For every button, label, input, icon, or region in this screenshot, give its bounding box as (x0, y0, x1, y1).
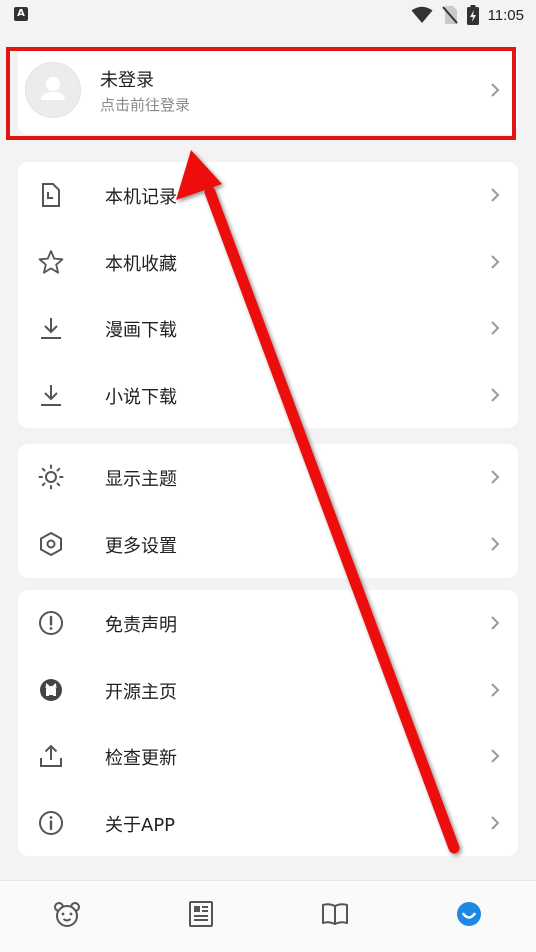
info-circle-icon (39, 811, 63, 835)
download-icon (41, 385, 61, 406)
menu-item-label: 漫画下载 (105, 320, 177, 341)
menu-item-comic-download[interactable]: 漫画下载 (18, 295, 518, 361)
status-time: 11:05 (487, 6, 524, 24)
sun-icon (38, 464, 64, 490)
menu-item-theme[interactable]: 显示主题 (18, 444, 518, 510)
notification-icon: A (14, 7, 28, 21)
login-prompt: 点击前往登录 (100, 96, 191, 114)
menu-item-open-source[interactable]: 开源主页 (18, 657, 518, 723)
status-bar: A 11:05 (0, 0, 536, 30)
menu-item-label: 本机收藏 (105, 254, 177, 275)
chevron-right-icon (491, 83, 500, 97)
menu-item-label: 开源主页 (105, 682, 177, 703)
chevron-right-icon (491, 683, 500, 697)
menu-item-label: 本机记录 (105, 187, 177, 208)
avatar (25, 62, 81, 118)
chevron-right-icon (491, 188, 500, 202)
chevron-right-icon (491, 388, 500, 402)
star-icon (38, 250, 64, 274)
local-section: 本机记录 本机收藏 漫画下载 小说下载 (18, 162, 518, 428)
smile-icon[interactable] (454, 899, 484, 929)
battery-charging-icon (466, 5, 479, 25)
menu-item-label: 小说下载 (105, 387, 177, 408)
profile-card[interactable]: 未登录 点击前往登录 (18, 48, 518, 134)
menu-item-more-settings[interactable]: 更多设置 (18, 511, 518, 577)
menu-item-about-app[interactable]: 关于APP (18, 790, 518, 856)
wifi-icon (411, 6, 433, 23)
alert-circle-icon (39, 611, 63, 635)
chevron-right-icon (491, 537, 500, 551)
menu-item-novel-download[interactable]: 小说下载 (18, 362, 518, 428)
history-file-icon (42, 183, 60, 207)
settings-section: 显示主题 更多设置 (18, 444, 518, 578)
book-icon[interactable] (320, 899, 350, 929)
chevron-right-icon (491, 470, 500, 484)
about-section: 免责声明 开源主页 检查更新 关于APP (18, 590, 518, 856)
chevron-right-icon (491, 749, 500, 763)
bottom-tab-bar (0, 880, 536, 952)
menu-item-label: 显示主题 (105, 469, 177, 490)
chevron-right-icon (491, 255, 500, 269)
menu-item-check-update[interactable]: 检查更新 (18, 723, 518, 789)
github-icon (40, 679, 62, 701)
chevron-right-icon (491, 616, 500, 630)
menu-item-label: 检查更新 (105, 748, 177, 769)
hexagon-settings-icon (40, 532, 62, 556)
menu-item-disclaimer[interactable]: 免责声明 (18, 590, 518, 656)
menu-item-label: 关于APP (105, 815, 176, 836)
bear-icon[interactable] (52, 899, 82, 929)
menu-item-label: 免责声明 (105, 615, 177, 636)
chevron-right-icon (491, 321, 500, 335)
no-sim-icon (441, 6, 458, 24)
menu-item-local-favorites[interactable]: 本机收藏 (18, 229, 518, 295)
menu-item-label: 更多设置 (105, 536, 177, 557)
login-status-title: 未登录 (100, 70, 154, 91)
chevron-right-icon (491, 816, 500, 830)
download-icon (41, 318, 61, 339)
menu-item-local-history[interactable]: 本机记录 (18, 162, 518, 228)
user-icon (41, 77, 65, 100)
upload-icon (40, 744, 62, 767)
news-icon[interactable] (186, 899, 216, 929)
